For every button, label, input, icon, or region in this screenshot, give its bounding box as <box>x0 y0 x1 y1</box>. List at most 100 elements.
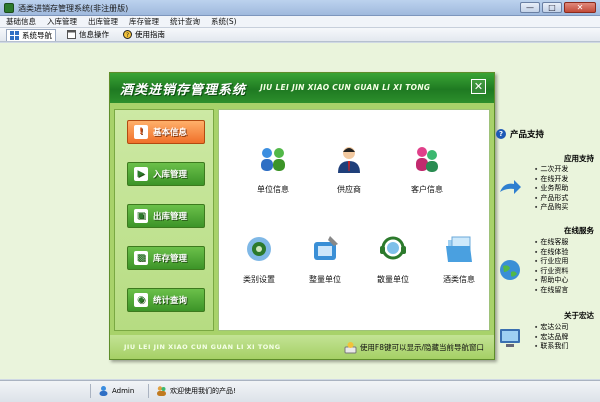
status-message: 欢迎使用我们的产品! <box>156 385 236 396</box>
nav-inventory-button[interactable]: ▩ 库存管理 <box>127 246 205 270</box>
link-industry-apps[interactable]: 行业应用 <box>534 257 596 267</box>
tab-user-guide[interactable]: ? 使用指南 <box>120 29 168 41</box>
status-bar: Admin 欢迎使用我们的产品! <box>0 380 600 402</box>
tab-info-operation[interactable]: 信息操作 <box>64 29 112 41</box>
link-industry-data[interactable]: 行业资料 <box>534 267 596 277</box>
window-controls: — □ ✕ <box>520 2 596 13</box>
close-button[interactable]: ✕ <box>564 2 596 13</box>
category-gear-icon <box>247 237 271 261</box>
svg-text:?: ? <box>126 32 129 39</box>
menu-inventory[interactable]: 库存管理 <box>129 16 159 27</box>
feature-label: 客户信息 <box>411 185 443 194</box>
status-user-name: Admin <box>112 386 135 395</box>
status-message-text: 欢迎使用我们的产品! <box>170 386 236 395</box>
monitor-icon <box>500 329 520 347</box>
link-online-message[interactable]: 在线留言 <box>534 286 596 296</box>
about-links: 宏达公司 宏达品牌 联系我们 <box>534 323 596 352</box>
app-icon <box>4 3 14 13</box>
product-support-header: ? 产品支持 <box>496 128 544 140</box>
tab-label: 信息操作 <box>79 30 109 39</box>
product-support-title: 产品支持 <box>510 130 545 140</box>
feature-supplier[interactable]: 供应商 <box>317 144 381 195</box>
online-service-links: 在线客服 在线体验 行业应用 行业资料 帮助中心 在线留言 <box>534 238 596 296</box>
feature-label: 单位信息 <box>257 185 289 194</box>
window-title: 酒类进销存管理系统(非注册版) <box>18 4 129 13</box>
grid-icon <box>10 30 19 40</box>
feature-label: 酒类信息 <box>443 275 475 284</box>
group-title-online-service: 在线服务 <box>564 226 594 235</box>
link-product-form[interactable]: 产品形式 <box>534 194 596 204</box>
menu-statistics[interactable]: 统计查询 <box>170 16 200 27</box>
menu-stock-out[interactable]: 出库管理 <box>88 16 118 27</box>
link-online-support[interactable]: 在线客服 <box>534 238 596 248</box>
nav-stock-in-button[interactable]: ▶ 入库管理 <box>127 162 205 186</box>
globe-icon <box>500 260 520 280</box>
tools-icon <box>314 236 338 260</box>
feature-liquor-info[interactable]: 酒类信息 <box>427 234 491 285</box>
footer-tip-text: 使用F8键可以显示/隐藏当前导航窗口 <box>359 343 484 352</box>
app-support-links: 二次开发 在线开发 业务帮助 产品形式 产品购买 <box>534 165 596 213</box>
nav-label: 出库管理 <box>153 212 188 222</box>
group-title-app-support: 应用支持 <box>564 154 594 163</box>
feature-customer-info[interactable]: 客户信息 <box>395 144 459 195</box>
rss-icon: ◉ <box>134 293 148 307</box>
dialog-feature-panel: 单位信息 供应商 客户信息 类别设置 整量单位 散量单位 酒类信息 <box>218 109 490 331</box>
nav-stock-out-button[interactable]: ▣ 出库管理 <box>127 204 205 228</box>
outbox-icon: ▣ <box>134 209 148 223</box>
nav-label: 统计查询 <box>153 296 188 306</box>
product-support-panel: ? 产品支持 应用支持 二次开发 在线开发 业务帮助 产品形式 产品购买 在线服… <box>496 128 600 358</box>
window-icon <box>67 30 76 39</box>
status-divider <box>90 384 91 398</box>
info-icon: ! <box>134 125 148 139</box>
user-icon <box>99 386 108 396</box>
dialog-header: 酒类进销存管理系统 JIU LEI JIN XIAO CUN GUAN LI X… <box>110 73 494 103</box>
question-icon: ? <box>496 129 506 139</box>
maximize-button[interactable]: □ <box>542 2 562 13</box>
tab-label: 系统导航 <box>22 30 52 40</box>
tab-system-nav[interactable]: 系统导航 <box>6 28 56 41</box>
menu-bar: 基础信息 入库管理 出库管理 库存管理 统计查询 系统(S) <box>0 16 600 28</box>
menu-basic-info[interactable]: 基础信息 <box>6 16 36 27</box>
nav-statistics-button[interactable]: ◉ 统计查询 <box>127 288 205 312</box>
link-contact[interactable]: 联系我们 <box>534 342 596 352</box>
footer-pinyin: JIU LEI JIN XIAO CUN GUAN LI XI TONG <box>124 343 281 351</box>
people-group-icon <box>261 148 285 171</box>
menu-system[interactable]: 系统(S) <box>211 16 237 27</box>
link-product-purchase[interactable]: 产品购买 <box>534 203 596 213</box>
nav-label: 入库管理 <box>153 170 188 180</box>
feature-label: 供应商 <box>337 185 361 194</box>
status-user: Admin <box>98 385 134 396</box>
group-title-about: 关于宏达 <box>564 311 594 320</box>
link-online-trial[interactable]: 在线体验 <box>534 248 596 258</box>
feature-label: 整量单位 <box>309 275 341 284</box>
feature-bulk-unit[interactable]: 散量单位 <box>361 234 425 285</box>
folder-icon <box>446 236 472 262</box>
minimize-button[interactable]: — <box>520 2 540 13</box>
nav-label: 库存管理 <box>153 254 188 264</box>
dialog-footer: JIU LEI JIN XIAO CUN GUAN LI XI TONG 使用F… <box>110 335 494 359</box>
link-online-dev[interactable]: 在线开发 <box>534 175 596 185</box>
toolbar: 系统导航 信息操作 ? 使用指南 <box>0 28 600 42</box>
dialog-close-button[interactable]: ✕ <box>471 79 486 94</box>
link-brand[interactable]: 宏达品牌 <box>534 333 596 343</box>
link-company[interactable]: 宏达公司 <box>534 323 596 333</box>
link-business-help[interactable]: 业务帮助 <box>534 184 596 194</box>
truck-icon: ▶ <box>134 167 148 181</box>
nav-basic-info-button[interactable]: ! 基本信息 <box>127 120 205 144</box>
link-help-center[interactable]: 帮助中心 <box>534 276 596 286</box>
link-secondary-dev[interactable]: 二次开发 <box>534 165 596 175</box>
users-icon <box>157 386 166 396</box>
window-titlebar: 酒类进销存管理系统(非注册版) — □ ✕ <box>0 0 600 16</box>
feature-category-settings[interactable]: 类别设置 <box>227 234 291 285</box>
feature-whole-unit[interactable]: 整量单位 <box>293 234 357 285</box>
feature-label: 散量单位 <box>377 275 409 284</box>
menu-stock-in[interactable]: 入库管理 <box>47 16 77 27</box>
keyboard-tip-icon <box>344 342 357 354</box>
feature-label: 类别设置 <box>243 275 275 284</box>
status-divider <box>148 384 149 398</box>
tab-label: 使用指南 <box>135 30 165 39</box>
feature-unit-info[interactable]: 单位信息 <box>241 144 305 195</box>
businessman-icon <box>338 147 360 173</box>
arrow-right-icon <box>500 180 521 194</box>
monitor-icon: ▩ <box>134 251 148 265</box>
